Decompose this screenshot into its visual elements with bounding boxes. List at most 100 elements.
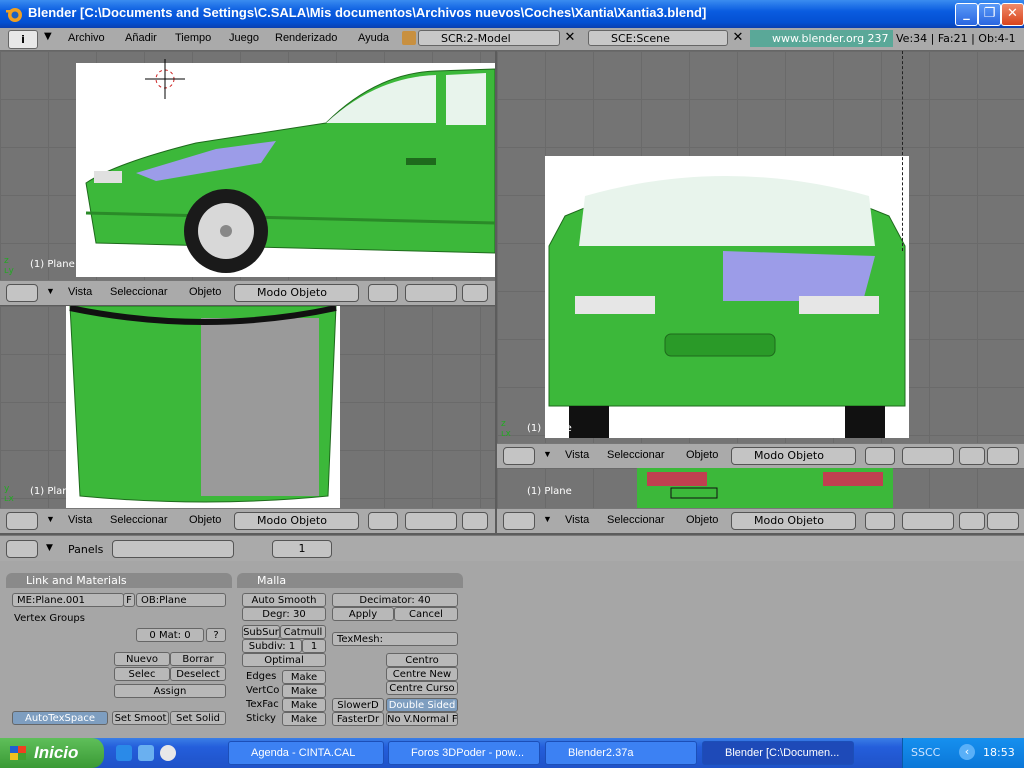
show-hidden-icons-icon[interactable]: ‹	[959, 744, 975, 760]
mode-selector[interactable]: Modo Objeto	[234, 512, 359, 530]
collapse-icon[interactable]: ▼	[46, 514, 55, 524]
pivot-icon[interactable]	[405, 284, 457, 302]
assign-button[interactable]: Assign	[114, 684, 226, 698]
collapse-icon[interactable]: ▼	[543, 514, 552, 524]
catmull-selector[interactable]: Catmull	[280, 625, 326, 639]
make-edges-button[interactable]: Make	[282, 670, 326, 684]
task-blender-active[interactable]: Blender [C:\Documen...	[702, 741, 854, 765]
info-window-icon[interactable]: i	[8, 30, 38, 49]
context-tabs[interactable]	[112, 540, 234, 558]
cancel-button[interactable]: Cancel	[394, 607, 458, 621]
menu-objeto[interactable]: Objeto	[189, 514, 221, 526]
close-button[interactable]: ✕	[1001, 3, 1024, 26]
material-query-button[interactable]: ?	[206, 628, 226, 642]
menu-objeto[interactable]: Objeto	[189, 286, 221, 298]
draw-type-icon[interactable]	[865, 447, 895, 465]
menu-seleccionar[interactable]: Seleccionar	[110, 514, 167, 526]
menu-seleccionar[interactable]: Seleccionar	[607, 514, 664, 526]
viewport-top[interactable]: y ʟx (1) Plane	[0, 306, 495, 508]
double-sided-toggle[interactable]: Double Sided	[386, 698, 458, 712]
collapse-icon[interactable]: ▼	[46, 543, 53, 553]
draw-type-icon[interactable]	[368, 512, 398, 530]
task-blender-237[interactable]: Blender2.37a	[545, 741, 697, 765]
panel-title[interactable]: Malla	[237, 573, 463, 588]
delete-screen-button[interactable]: ✕	[561, 30, 579, 46]
select-button[interactable]: Selec	[114, 667, 170, 681]
menu-tiempo[interactable]: Tiempo	[175, 32, 211, 44]
make-sticky-button[interactable]: Make	[282, 712, 326, 726]
minimize-button[interactable]: _	[955, 3, 978, 26]
faster-draw-button[interactable]: FasterDr	[332, 712, 384, 726]
blender-site-link[interactable]: www.blender.org 237	[750, 30, 893, 47]
nuevo-button[interactable]: Nuevo	[114, 652, 170, 666]
borrar-button[interactable]: Borrar	[170, 652, 226, 666]
media-player-icon[interactable]	[160, 745, 176, 761]
collapse-icon[interactable]: ▼	[543, 449, 552, 459]
menu-anadir[interactable]: Añadir	[125, 32, 157, 44]
apply-button[interactable]: Apply	[332, 607, 394, 621]
set-solid-button[interactable]: Set Solid	[170, 711, 226, 725]
set-smooth-button[interactable]: Set Smoot	[112, 711, 169, 725]
layers-icon[interactable]	[987, 447, 1019, 465]
delete-scene-button[interactable]: ✕	[729, 30, 747, 46]
subdiv-field[interactable]: Subdiv: 1	[242, 639, 302, 653]
collapse-icon[interactable]: ▼	[46, 286, 55, 296]
subsurf-toggle[interactable]: SubSur	[242, 625, 280, 639]
degree-field[interactable]: Degr: 30	[242, 607, 326, 621]
material-index[interactable]: 0 Mat: 0	[136, 628, 204, 642]
start-button[interactable]: Inicio	[0, 738, 104, 768]
menu-archivo[interactable]: Archivo	[68, 32, 105, 44]
outlook-icon[interactable]	[138, 745, 154, 761]
page-selector[interactable]: 1	[272, 540, 332, 558]
ie-icon[interactable]	[116, 745, 132, 761]
decimator-field[interactable]: Decimator: 40	[332, 593, 458, 607]
window-type-icon[interactable]	[6, 284, 38, 302]
render-subdiv-field[interactable]: 1	[302, 639, 326, 653]
menu-vista[interactable]: Vista	[565, 514, 589, 526]
centre-new-button[interactable]: Centre New	[386, 667, 458, 681]
task-foros[interactable]: Foros 3DPoder - pow...	[388, 741, 540, 765]
viewport-front[interactable]: z ʟx (1) Plane	[497, 51, 1024, 443]
autotexspace-toggle[interactable]: AutoTexSpace	[12, 711, 108, 725]
deselect-button[interactable]: Deselect	[170, 667, 226, 681]
menu-juego[interactable]: Juego	[229, 32, 259, 44]
centro-button[interactable]: Centro	[386, 653, 458, 667]
user-prefs-icon[interactable]	[402, 31, 416, 45]
hand-icon[interactable]	[462, 512, 488, 530]
scene-selector[interactable]: SCE:Scene	[588, 30, 728, 46]
pivot-icon[interactable]	[902, 447, 954, 465]
collapse-menu-icon[interactable]: ▼	[44, 31, 52, 42]
task-agenda[interactable]: Agenda - CINTA.CAL	[228, 741, 384, 765]
hand-icon[interactable]	[462, 284, 488, 302]
texmesh-field[interactable]: TexMesh:	[332, 632, 458, 646]
menu-ayuda[interactable]: Ayuda	[358, 32, 389, 44]
screen-selector[interactable]: SCR:2-Model	[418, 30, 560, 46]
centre-cursor-button[interactable]: Centre Curso	[386, 681, 458, 695]
hand-icon[interactable]	[959, 512, 985, 530]
optimal-toggle[interactable]: Optimal	[242, 653, 326, 667]
hand-icon[interactable]	[959, 447, 985, 465]
mode-selector[interactable]: Modo Objeto	[731, 512, 856, 530]
menu-seleccionar[interactable]: Seleccionar	[110, 286, 167, 298]
maximize-button[interactable]: ❐	[978, 3, 1001, 26]
menu-renderizado[interactable]: Renderizado	[275, 32, 337, 44]
draw-type-icon[interactable]	[865, 512, 895, 530]
make-texface-button[interactable]: Make	[282, 698, 326, 712]
mode-selector[interactable]: Modo Objeto	[731, 447, 856, 465]
mesh-name-field[interactable]: ME:Plane.001	[12, 593, 124, 607]
menu-vista[interactable]: Vista	[68, 286, 92, 298]
window-type-icon[interactable]	[503, 447, 535, 465]
language-indicator[interactable]: SSCC	[911, 746, 940, 759]
object-name-field[interactable]: OB:Plane	[136, 593, 226, 607]
window-type-icon[interactable]	[6, 540, 38, 558]
viewport-rear[interactable]: (1) Plane	[497, 468, 1024, 508]
mode-selector[interactable]: Modo Objeto	[234, 284, 359, 302]
pivot-icon[interactable]	[405, 512, 457, 530]
panel-title[interactable]: Link and Materials	[6, 573, 232, 588]
slower-draw-button[interactable]: SlowerD	[332, 698, 384, 712]
pivot-icon[interactable]	[902, 512, 954, 530]
layers-icon[interactable]	[987, 512, 1019, 530]
menu-vista[interactable]: Vista	[68, 514, 92, 526]
menu-objeto[interactable]: Objeto	[686, 449, 718, 461]
window-type-icon[interactable]	[503, 512, 535, 530]
